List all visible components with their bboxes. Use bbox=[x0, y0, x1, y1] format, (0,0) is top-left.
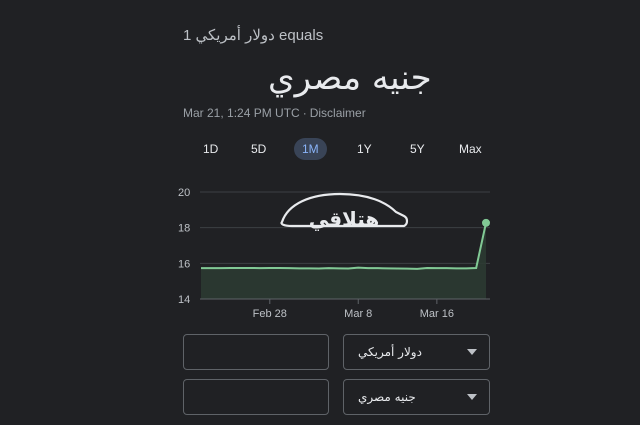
dropdown-caret-icon bbox=[467, 349, 477, 355]
disclaimer-link[interactable]: Disclaimer bbox=[310, 106, 366, 120]
tab-max[interactable]: Max bbox=[451, 138, 490, 160]
area-fill bbox=[201, 222, 486, 299]
tab-1y[interactable]: 1Y bbox=[349, 138, 380, 160]
timestamp: Mar 21, 1:24 PM UTC bbox=[183, 106, 300, 120]
from-currency-label: دولار أمريكي bbox=[358, 345, 422, 359]
from-currency-select[interactable]: دولار أمريكي bbox=[343, 334, 490, 370]
y-tick-label: 16 bbox=[178, 258, 190, 270]
timestamp-line: Mar 21, 1:24 PM UTC · Disclaimer bbox=[183, 106, 366, 120]
x-tick-label: Mar 8 bbox=[344, 308, 372, 320]
y-tick-label: 20 bbox=[178, 187, 190, 199]
tab-5d[interactable]: 5D bbox=[243, 138, 274, 160]
watermark-text: هتلاقي bbox=[309, 207, 380, 232]
to-amount-input[interactable] bbox=[183, 379, 329, 415]
to-currency-select[interactable]: جنيه مصري bbox=[343, 379, 490, 415]
y-tick-label: 18 bbox=[178, 223, 190, 235]
tab-1m[interactable]: 1M bbox=[294, 138, 327, 160]
converter-subtitle: 1 دولار أمريكي equals bbox=[183, 27, 324, 44]
converted-value: جنيه مصري bbox=[268, 58, 432, 98]
separator: · bbox=[302, 106, 307, 120]
from-amount-input[interactable] bbox=[183, 334, 329, 370]
x-tick-label: Mar 16 bbox=[420, 308, 454, 320]
tab-5y[interactable]: 5Y bbox=[402, 138, 433, 160]
exchange-rate-chart: 14 16 18 20 هتلاقي Feb 28 Mar 8 Mar 16 bbox=[178, 187, 490, 320]
dropdown-caret-icon bbox=[467, 394, 477, 400]
y-tick-label: 14 bbox=[178, 294, 190, 306]
x-tick-label: Feb 28 bbox=[253, 308, 287, 320]
to-currency-label: جنيه مصري bbox=[358, 390, 416, 404]
last-value-point bbox=[482, 218, 490, 227]
tab-1d[interactable]: 1D bbox=[195, 138, 226, 160]
